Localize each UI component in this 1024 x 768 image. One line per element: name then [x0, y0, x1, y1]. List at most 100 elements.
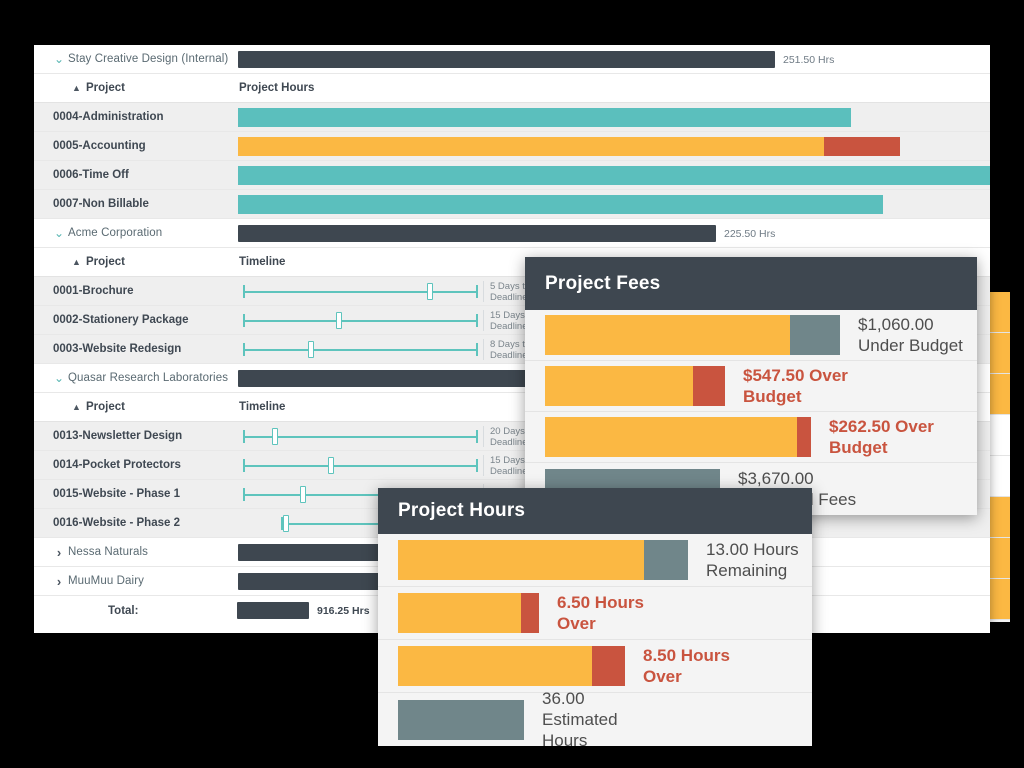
- column-header-row-0: ▲ Project Project Hours: [34, 74, 990, 103]
- table-row[interactable]: 0004-Administration: [34, 103, 990, 132]
- project-hours-bar: [398, 593, 539, 633]
- background-panel-segment: [988, 333, 1010, 373]
- project-fees-panel: Project Fees $1,060.00 Under Budget $547.5…: [525, 257, 977, 515]
- column-header-metric[interactable]: Timeline: [239, 256, 285, 268]
- project-hours-bar-segment-0: [398, 593, 521, 633]
- background-panel-segment: [988, 456, 1010, 496]
- project-fees-bar-segment-1: [693, 366, 725, 406]
- project-hours-bar-segment-0: [398, 699, 524, 740]
- timeline-progress-handle[interactable]: [336, 312, 342, 329]
- timeline-track: [243, 465, 478, 467]
- project-hours-row: 13.00 Hours Remaining: [378, 534, 812, 587]
- background-panel-row: [988, 538, 1010, 579]
- project-hours-value-label: 36.00 Estimated Hours: [542, 689, 618, 746]
- timeline-progress-handle[interactable]: [272, 428, 278, 445]
- chevron-right-icon[interactable]: ›: [50, 546, 68, 559]
- timeline-end-cap: [476, 343, 478, 356]
- timeline-end-cap: [476, 285, 478, 298]
- timeline-progress-handle[interactable]: [308, 341, 314, 358]
- project-fees-bar: [545, 366, 725, 406]
- row-bar-zone: [238, 161, 990, 189]
- column-header-project[interactable]: Project: [86, 82, 239, 94]
- project-fees-bar-segment-1: [790, 315, 840, 355]
- timeline-track: [243, 320, 478, 322]
- timeline-end-cap: [476, 314, 478, 327]
- timeline-column-divider: [483, 455, 484, 476]
- timeline-progress-handle[interactable]: [427, 283, 433, 300]
- total-hours-label: 916.25 Hrs: [317, 605, 370, 617]
- project-name-label: 0005-Accounting: [53, 140, 146, 152]
- project-hours-title: Project Hours: [378, 488, 812, 534]
- chevron-down-icon[interactable]: ⌄: [50, 372, 68, 384]
- project-name-label: 0003-Website Redesign: [53, 343, 182, 355]
- hours-bar-segment-0: [238, 195, 883, 214]
- sort-ascending-icon[interactable]: ▲: [72, 257, 86, 267]
- background-panel-row: [988, 497, 1010, 538]
- project-hours-bar-segment-1: [644, 540, 688, 580]
- timeline-progress-handle[interactable]: [300, 486, 306, 503]
- timeline-column-divider: [483, 339, 484, 360]
- project-hours-bar: [398, 646, 625, 686]
- background-panel-row: [988, 333, 1010, 374]
- project-fees-title: Project Fees: [525, 257, 977, 310]
- table-row[interactable]: 0006-Time Off: [34, 161, 990, 190]
- hours-bar-segment-0: [238, 108, 851, 127]
- project-hours-bar: [398, 699, 524, 740]
- group-name-label: Acme Corporation: [68, 227, 163, 239]
- background-panel-row: [988, 456, 1010, 497]
- timeline-column-divider: [483, 310, 484, 331]
- column-header-metric[interactable]: Project Hours: [239, 82, 314, 94]
- timeline-start-cap: [243, 488, 245, 501]
- column-header-project[interactable]: Project: [86, 256, 239, 268]
- timeline-progress-handle[interactable]: [283, 515, 289, 532]
- column-header-project[interactable]: Project: [86, 401, 239, 413]
- table-row[interactable]: 0007-Non Billable: [34, 190, 990, 219]
- timeline-progress-handle[interactable]: [328, 457, 334, 474]
- timeline-column-divider: [483, 281, 484, 302]
- group-total-bar: [238, 573, 381, 590]
- group-name-label: MuuMuu Dairy: [68, 575, 144, 587]
- project-hours-bar: [398, 540, 688, 580]
- project-name-label: 0016-Website - Phase 2: [53, 517, 180, 529]
- hours-bar: [238, 195, 883, 214]
- project-name-label: 0013-Newsletter Design: [53, 430, 183, 442]
- sort-ascending-icon[interactable]: ▲: [72, 83, 86, 93]
- group-total-bar: [238, 544, 381, 561]
- timeline-end-cap: [476, 459, 478, 472]
- project-name-label: 0014-Pocket Protectors: [53, 459, 181, 471]
- project-fees-bar: [545, 315, 840, 355]
- column-header-metric[interactable]: Timeline: [239, 401, 285, 413]
- table-row[interactable]: 0005-Accounting: [34, 132, 990, 161]
- group-row-0[interactable]: ⌄ Stay Creative Design (Internal) 251.50 H…: [34, 45, 990, 74]
- group-bar-zone: 251.50 Hrs: [238, 45, 990, 73]
- timeline-track: [243, 436, 478, 438]
- background-panel-segment: [988, 497, 1010, 537]
- row-bar-zone: [238, 132, 990, 160]
- project-fees-row: $262.50 Over Budget: [525, 412, 977, 463]
- hours-bar: [238, 108, 851, 127]
- background-panel-row: [988, 579, 1010, 620]
- group-row-1[interactable]: ⌄ Acme Corporation 225.50 Hrs: [34, 219, 990, 248]
- project-hours-panel: Project Hours 13.00 Hours Remaining 6.50 H…: [378, 488, 812, 746]
- project-fees-bar-segment-1: [797, 417, 811, 457]
- sort-ascending-icon[interactable]: ▲: [72, 402, 86, 412]
- chevron-right-icon[interactable]: ›: [50, 575, 68, 588]
- background-panel: [988, 292, 1010, 622]
- hours-bar-segment-0: [238, 166, 990, 185]
- background-panel-row: [988, 415, 1010, 456]
- project-fees-rows: $1,060.00 Under Budget $547.50 Over Budget $…: [525, 310, 977, 514]
- project-fees-row: $1,060.00 Under Budget: [525, 310, 977, 361]
- group-total-hours: 251.50 Hrs: [783, 54, 835, 66]
- project-fees-bar: [545, 417, 811, 457]
- project-fees-value-label: $262.50 Over Budget: [829, 417, 934, 457]
- project-name-label: 0007-Non Billable: [53, 198, 149, 210]
- background-panel-row: [988, 292, 1010, 333]
- chevron-down-icon[interactable]: ⌄: [50, 227, 68, 239]
- timeline-end-cap: [476, 430, 478, 443]
- row-bar-zone: [238, 103, 990, 131]
- group-name-label: Quasar Research Laboratories: [68, 372, 229, 384]
- timeline-start-cap: [243, 343, 245, 356]
- chevron-down-icon[interactable]: ⌄: [50, 53, 68, 65]
- group-bar-zone: 225.50 Hrs: [238, 219, 990, 247]
- row-bar-zone: [238, 190, 990, 218]
